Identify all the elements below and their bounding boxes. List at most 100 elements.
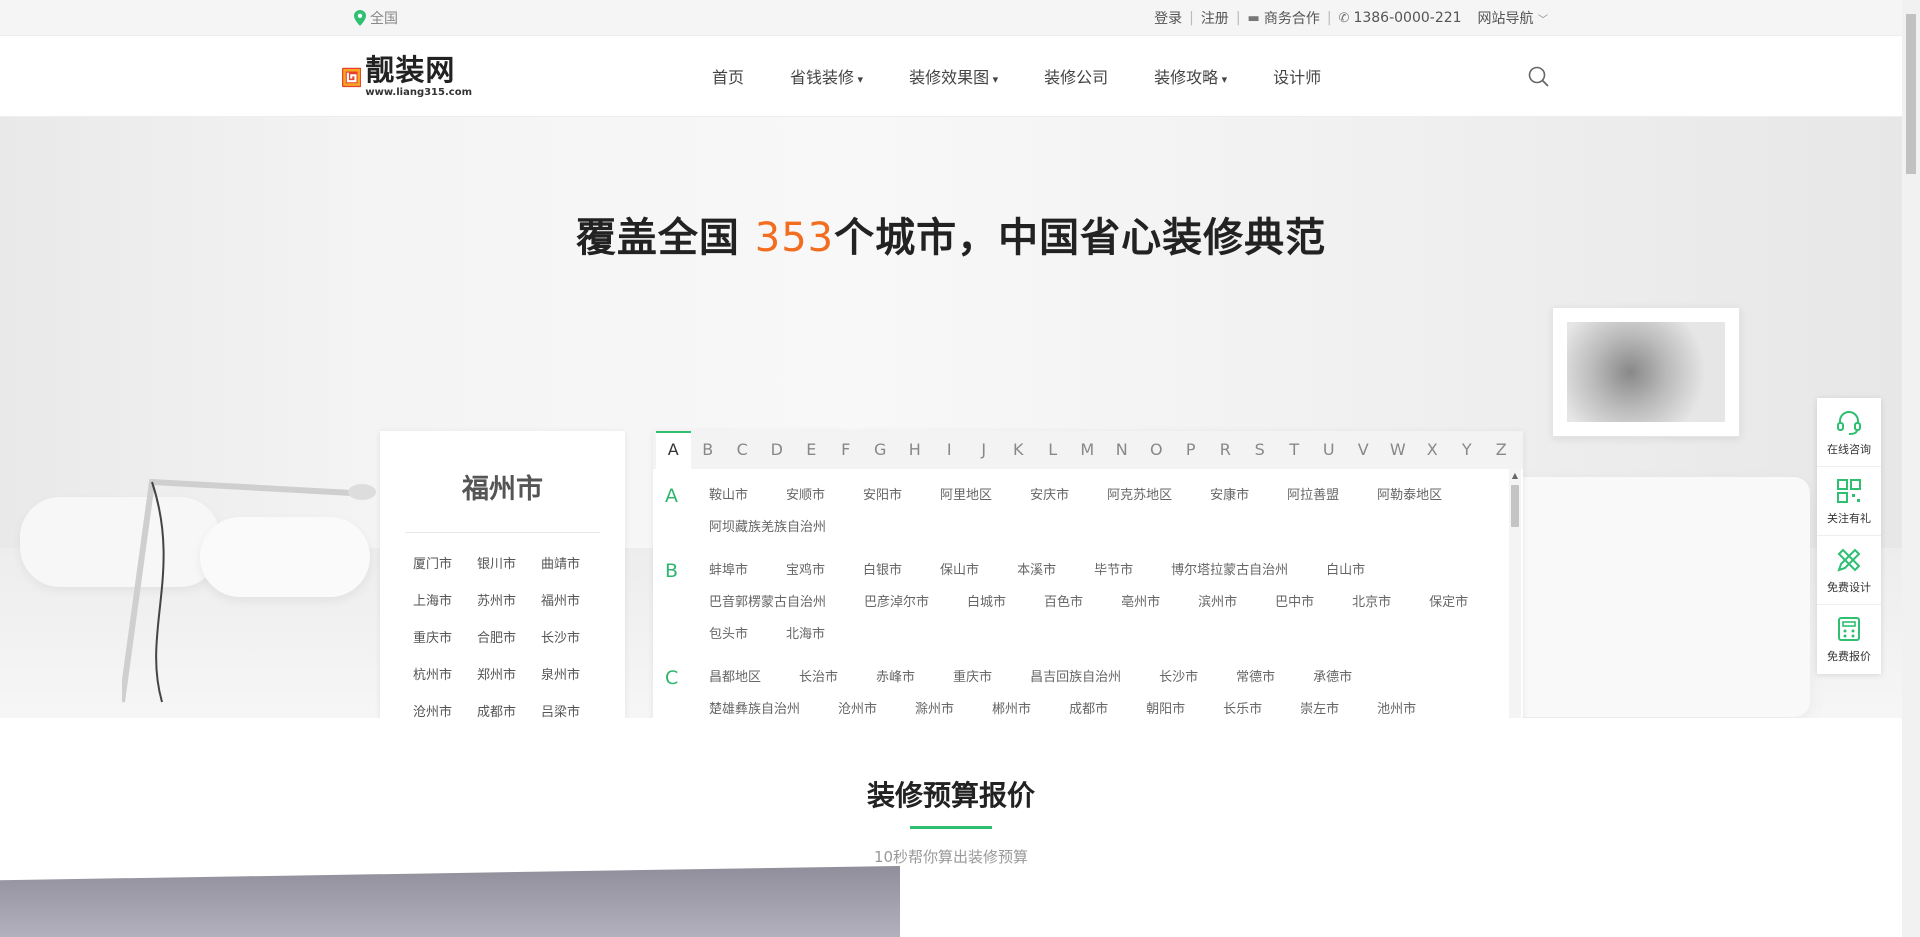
- business-link[interactable]: 商务合作: [1264, 8, 1320, 28]
- tab-letter-c[interactable]: C: [725, 431, 760, 469]
- tab-letter-i[interactable]: I: [932, 431, 967, 469]
- hot-city-link[interactable]: 苏州市: [477, 590, 541, 609]
- tab-letter-h[interactable]: H: [898, 431, 933, 469]
- tab-letter-n[interactable]: N: [1105, 431, 1140, 469]
- online-consult-button[interactable]: 在线咨询: [1817, 398, 1881, 467]
- city-link[interactable]: 宝鸡市: [786, 555, 825, 587]
- city-link[interactable]: 池州市: [1377, 694, 1416, 718]
- hot-city-link[interactable]: 沧州市: [413, 701, 477, 718]
- hot-city-link[interactable]: 泉州市: [541, 664, 605, 683]
- nav-save-money[interactable]: 省钱装修: [790, 64, 863, 88]
- register-link[interactable]: 注册: [1201, 8, 1229, 28]
- city-link[interactable]: 巴中市: [1275, 587, 1314, 619]
- page-scroll-thumb[interactable]: [1906, 14, 1916, 174]
- scroll-up-arrow-icon[interactable]: ▲: [1509, 471, 1521, 480]
- hot-city-link[interactable]: 吕梁市: [541, 701, 605, 718]
- follow-gift-button[interactable]: 关注有礼: [1817, 467, 1881, 536]
- nav-designers[interactable]: 设计师: [1273, 64, 1321, 88]
- site-nav-dropdown[interactable]: 网站导航 ﹀: [1478, 8, 1548, 28]
- tab-letter-v[interactable]: V: [1346, 431, 1381, 469]
- search-icon[interactable]: [1528, 66, 1550, 88]
- tab-letter-j[interactable]: J: [967, 431, 1002, 469]
- hot-city-link[interactable]: 重庆市: [413, 627, 477, 646]
- city-link[interactable]: 毕节市: [1094, 555, 1133, 587]
- city-link[interactable]: 昌吉回族自治州: [1030, 662, 1121, 694]
- city-link[interactable]: 承德市: [1313, 662, 1352, 694]
- city-link[interactable]: 安顺市: [786, 480, 825, 512]
- city-link[interactable]: 赤峰市: [876, 662, 915, 694]
- tab-letter-y[interactable]: Y: [1450, 431, 1485, 469]
- city-link[interactable]: 北海市: [786, 619, 825, 651]
- city-link[interactable]: 鞍山市: [709, 480, 748, 512]
- city-link[interactable]: 百色市: [1044, 587, 1083, 619]
- city-link[interactable]: 沧州市: [838, 694, 877, 718]
- tab-letter-x[interactable]: X: [1415, 431, 1450, 469]
- city-link[interactable]: 长沙市: [1159, 662, 1198, 694]
- city-link[interactable]: 重庆市: [953, 662, 992, 694]
- hot-city-link[interactable]: 杭州市: [413, 664, 477, 683]
- city-link[interactable]: 巴音郭楞蒙古自治州: [709, 587, 826, 619]
- hot-city-link[interactable]: 银川市: [477, 553, 541, 572]
- city-link[interactable]: 长乐市: [1223, 694, 1262, 718]
- nav-renderings[interactable]: 装修效果图: [909, 64, 998, 88]
- tab-letter-a[interactable]: A: [656, 431, 691, 469]
- city-link[interactable]: 楚雄彝族自治州: [709, 694, 800, 718]
- city-link[interactable]: 白银市: [863, 555, 902, 587]
- page-scrollbar[interactable]: [1902, 0, 1920, 937]
- tab-letter-k[interactable]: K: [1001, 431, 1036, 469]
- city-link[interactable]: 滨州市: [1198, 587, 1237, 619]
- city-link[interactable]: 阿里地区: [940, 480, 992, 512]
- location-selector[interactable]: 全国: [354, 8, 398, 28]
- hot-city-link[interactable]: 长沙市: [541, 627, 605, 646]
- city-link[interactable]: 蚌埠市: [709, 555, 748, 587]
- site-logo[interactable]: 靓装网 www.liang315.com: [342, 52, 472, 102]
- city-link[interactable]: 保定市: [1429, 587, 1468, 619]
- tab-letter-t[interactable]: T: [1277, 431, 1312, 469]
- city-link[interactable]: 巴彦淖尔市: [864, 587, 929, 619]
- city-link[interactable]: 安庆市: [1030, 480, 1069, 512]
- hot-city-link[interactable]: 福州市: [541, 590, 605, 609]
- city-link[interactable]: 朝阳市: [1146, 694, 1185, 718]
- login-link[interactable]: 登录: [1154, 8, 1182, 28]
- hot-city-link[interactable]: 合肥市: [477, 627, 541, 646]
- city-link[interactable]: 保山市: [940, 555, 979, 587]
- city-link[interactable]: 阿勒泰地区: [1377, 480, 1442, 512]
- nav-companies[interactable]: 装修公司: [1044, 64, 1108, 88]
- hot-city-link[interactable]: 曲靖市: [541, 553, 605, 572]
- city-list-scrollbar[interactable]: ▲ ▼: [1509, 469, 1521, 718]
- free-quote-button[interactable]: 免费报价: [1817, 605, 1881, 674]
- city-link[interactable]: 白山市: [1326, 555, 1365, 587]
- city-link[interactable]: 滁州市: [915, 694, 954, 718]
- city-link[interactable]: 常德市: [1236, 662, 1275, 694]
- city-link[interactable]: 阿坝藏族羌族自治州: [709, 512, 826, 544]
- city-link[interactable]: 成都市: [1069, 694, 1108, 718]
- tab-letter-m[interactable]: M: [1070, 431, 1105, 469]
- city-link[interactable]: 昌都地区: [709, 662, 761, 694]
- tab-letter-b[interactable]: B: [691, 431, 726, 469]
- free-design-button[interactable]: 免费设计: [1817, 536, 1881, 605]
- city-link[interactable]: 安阳市: [863, 480, 902, 512]
- tab-letter-s[interactable]: S: [1243, 431, 1278, 469]
- city-link[interactable]: 白城市: [967, 587, 1006, 619]
- city-link[interactable]: 博尔塔拉蒙古自治州: [1171, 555, 1288, 587]
- nav-home[interactable]: 首页: [712, 64, 744, 88]
- hot-city-link[interactable]: 厦门市: [413, 553, 477, 572]
- tab-letter-e[interactable]: E: [794, 431, 829, 469]
- tab-letter-p[interactable]: P: [1174, 431, 1209, 469]
- hot-city-link[interactable]: 郑州市: [477, 664, 541, 683]
- nav-guides[interactable]: 装修攻略: [1154, 64, 1227, 88]
- tab-letter-z[interactable]: Z: [1484, 431, 1519, 469]
- hot-city-link[interactable]: 上海市: [413, 590, 477, 609]
- hot-city-link[interactable]: 成都市: [477, 701, 541, 718]
- tab-letter-w[interactable]: W: [1381, 431, 1416, 469]
- city-link[interactable]: 本溪市: [1017, 555, 1056, 587]
- scroll-thumb[interactable]: [1511, 485, 1519, 527]
- tab-letter-u[interactable]: U: [1312, 431, 1347, 469]
- city-link[interactable]: 安康市: [1210, 480, 1249, 512]
- tab-letter-d[interactable]: D: [760, 431, 795, 469]
- city-link[interactable]: 郴州市: [992, 694, 1031, 718]
- city-link[interactable]: 包头市: [709, 619, 748, 651]
- city-link[interactable]: 阿拉善盟: [1287, 480, 1339, 512]
- tab-letter-f[interactable]: F: [829, 431, 864, 469]
- tab-letter-l[interactable]: L: [1036, 431, 1071, 469]
